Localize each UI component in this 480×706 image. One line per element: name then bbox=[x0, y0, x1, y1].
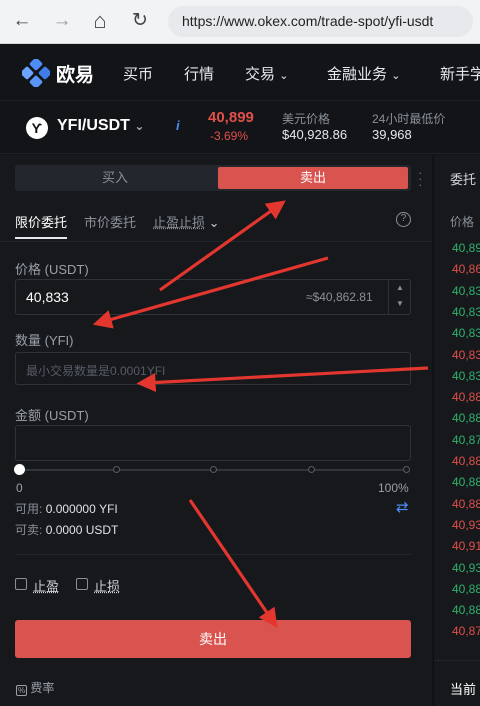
annotation-arrows bbox=[92, 200, 429, 628]
arrow-to-amount-input bbox=[136, 366, 429, 393]
arrow-to-price-input bbox=[92, 256, 329, 329]
arrow-to-sell-button bbox=[188, 499, 278, 628]
